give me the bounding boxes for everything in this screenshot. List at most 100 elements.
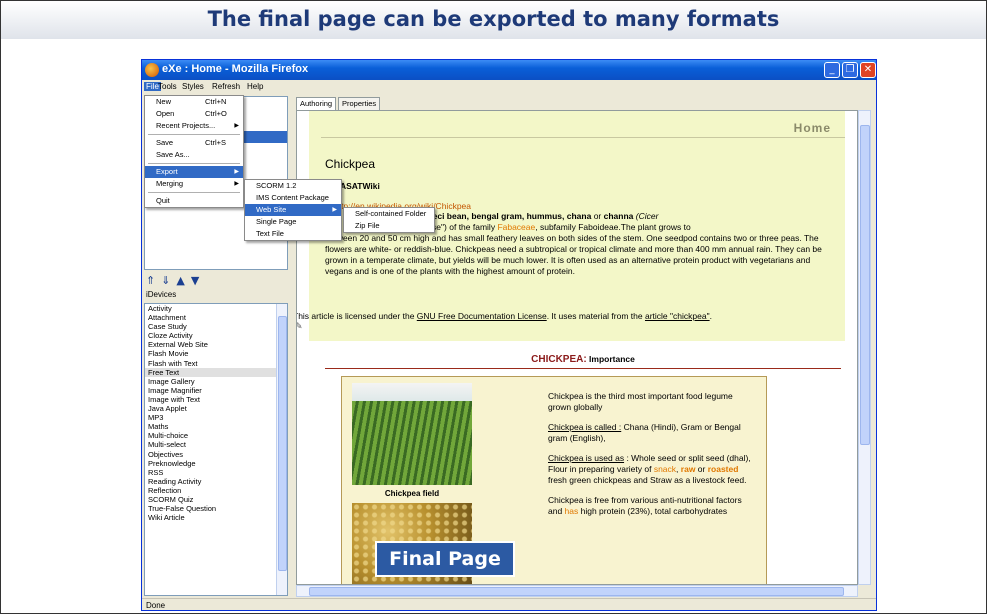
- roasted-link[interactable]: roasted: [708, 464, 739, 474]
- free-text-b: high protein (23%), total carbohydrates: [578, 506, 728, 516]
- idevice-item[interactable]: Attachment: [145, 313, 287, 322]
- vertical-scroll-thumb[interactable]: [860, 125, 870, 445]
- menu-item-save-as[interactable]: Save As...: [145, 149, 243, 161]
- window-titlebar[interactable]: eXe : Home - Mozilla Firefox _ ❐ ✕: [142, 60, 876, 80]
- idevice-item[interactable]: Free Text: [145, 367, 287, 377]
- menu-tools[interactable]: Tools: [158, 82, 177, 91]
- tab-authoring[interactable]: Authoring: [296, 97, 337, 110]
- menu-help[interactable]: Help: [247, 82, 263, 91]
- final-page-badge: Final Page: [375, 541, 515, 577]
- idevices-scrollbar[interactable]: [276, 304, 287, 595]
- card-para-1: Chickpea is the third most important foo…: [548, 391, 733, 412]
- menu-item-ims[interactable]: IMS Content Package: [245, 192, 341, 204]
- menu-item-single-page[interactable]: Single Page: [245, 216, 341, 228]
- idevice-item[interactable]: Multi-select: [145, 440, 287, 449]
- idevice-item[interactable]: Reading Activity: [145, 477, 287, 486]
- website-label: Web Site: [256, 205, 287, 214]
- idevice-item[interactable]: Wiki Article: [145, 513, 287, 522]
- content-horizontal-scrollbar[interactable]: [296, 585, 858, 597]
- article-link[interactable]: article "chickpea": [645, 311, 710, 321]
- license-line: This article is licensed under the GNU F…: [297, 311, 813, 321]
- importance-header: CHICKPEA: Importance: [325, 351, 841, 369]
- idevice-item[interactable]: External Web Site: [145, 340, 287, 349]
- idevice-item[interactable]: Activity: [145, 304, 287, 313]
- maximize-button[interactable]: ❐: [842, 62, 858, 78]
- menu-item-text-file[interactable]: Text File: [245, 228, 341, 240]
- menu-item-recent[interactable]: Recent Projects... ▶: [145, 120, 243, 132]
- idevice-item[interactable]: SCORM Quiz: [145, 495, 287, 504]
- idevice-item[interactable]: RSS: [145, 468, 287, 477]
- called-label: Chickpea is called :: [548, 422, 622, 432]
- content-vertical-scrollbar[interactable]: [858, 110, 871, 585]
- text-file-label: Text File: [256, 229, 284, 238]
- menu-separator: [148, 192, 240, 193]
- field-image-sky: [352, 383, 472, 401]
- header-divider: [321, 137, 845, 138]
- idevices-list[interactable]: Activity Attachment Case Study Cloze Activi…: [144, 303, 288, 596]
- firefox-window: eXe : Home - Mozilla Firefox _ ❐ ✕ File …: [141, 59, 877, 611]
- snack-link[interactable]: snack: [654, 464, 676, 474]
- menu-item-export[interactable]: Export ▶: [145, 166, 243, 178]
- idevice-item[interactable]: Preknowledge: [145, 459, 287, 468]
- menu-item-quit[interactable]: Quit: [145, 195, 243, 207]
- menu-item-scorm[interactable]: SCORM 1.2: [245, 180, 341, 192]
- window-title: eXe : Home - Mozilla Firefox: [162, 63, 309, 75]
- idevice-item[interactable]: Maths: [145, 422, 287, 431]
- open-shortcut: Ctrl+O: [205, 109, 227, 118]
- close-button[interactable]: ✕: [860, 62, 876, 78]
- idevices-scroll-thumb[interactable]: [278, 316, 287, 571]
- new-label: New: [156, 97, 172, 106]
- outline-move-arrows-icon[interactable]: ⇑⇓▲▼: [146, 274, 205, 287]
- idevice-item[interactable]: Multi-choice: [145, 431, 287, 440]
- menu-styles[interactable]: Styles: [182, 82, 204, 91]
- menu-separator: [148, 134, 240, 135]
- menu-item-zip[interactable]: Zip File: [344, 220, 434, 232]
- submenu-arrow-icon: ▶: [234, 169, 239, 175]
- fabaceae-link[interactable]: Fabaceae: [497, 222, 535, 232]
- open-label: Open: [156, 109, 175, 118]
- card-para-4: Chickpea is free from various anti-nutri…: [548, 495, 758, 517]
- menu-refresh[interactable]: Refresh: [212, 82, 240, 91]
- idevice-item[interactable]: Objectives: [145, 450, 287, 459]
- file-menu: New Ctrl+N Open Ctrl+O Recent Projects... ▶…: [144, 95, 244, 208]
- license-text-b: . It uses material from the: [546, 311, 645, 321]
- used-label: Chickpea is used as: [548, 453, 625, 463]
- idevice-item[interactable]: True-False Question: [145, 504, 287, 513]
- recent-label: Recent Projects...: [156, 121, 216, 130]
- menu-item-self-contained[interactable]: Self-contained Folder: [344, 208, 434, 220]
- idevice-item[interactable]: Java Applet: [145, 404, 287, 413]
- idevice-item[interactable]: MP3: [145, 413, 287, 422]
- idevice-item[interactable]: Cloze Activity: [145, 331, 287, 340]
- zip-label: Zip File: [355, 221, 380, 230]
- menu-item-merging[interactable]: Merging ▶: [145, 178, 243, 190]
- menu-item-new[interactable]: New Ctrl+N: [145, 96, 243, 108]
- subfamily-text: , subfamily Faboideae.The plant grows to: [535, 222, 691, 232]
- names-latin: (Cicer: [633, 211, 659, 221]
- gfdl-link[interactable]: GNU Free Documentation License: [417, 311, 547, 321]
- edit-pencil-icon[interactable]: ✎: [297, 322, 303, 332]
- article-title: Chickpea: [325, 157, 376, 171]
- slide: The final page can be exported to many f…: [0, 0, 987, 614]
- idevice-item[interactable]: Reflection: [145, 486, 287, 495]
- has-link[interactable]: has: [565, 506, 579, 516]
- menu-item-save[interactable]: Save Ctrl+S: [145, 137, 243, 149]
- idevice-item[interactable]: Flash with Text: [145, 359, 287, 368]
- idevice-item[interactable]: Case Study: [145, 322, 287, 331]
- idevice-item[interactable]: Flash Movie: [145, 349, 287, 358]
- idevice-item[interactable]: Image Magnifier: [145, 386, 287, 395]
- idevice-item[interactable]: Image Gallery: [145, 377, 287, 386]
- website-submenu: Self-contained Folder Zip File: [343, 207, 435, 233]
- names-or: or: [591, 211, 604, 221]
- menu-item-open[interactable]: Open Ctrl+O: [145, 108, 243, 120]
- menu-separator: [148, 163, 240, 164]
- field-caption: Chickpea field: [384, 489, 440, 498]
- card-para-2: Chickpea is called : Chana (Hindi), Gram…: [548, 422, 758, 444]
- raw-link[interactable]: raw: [681, 464, 696, 474]
- menu-item-website[interactable]: Web Site ▶: [245, 204, 341, 216]
- scorm-label: SCORM 1.2: [256, 181, 297, 190]
- horizontal-scroll-thumb[interactable]: [309, 587, 844, 596]
- minimize-button[interactable]: _: [824, 62, 840, 78]
- tab-properties[interactable]: Properties: [338, 97, 381, 110]
- idevice-item[interactable]: Image with Text: [145, 395, 287, 404]
- self-contained-label: Self-contained Folder: [355, 209, 427, 218]
